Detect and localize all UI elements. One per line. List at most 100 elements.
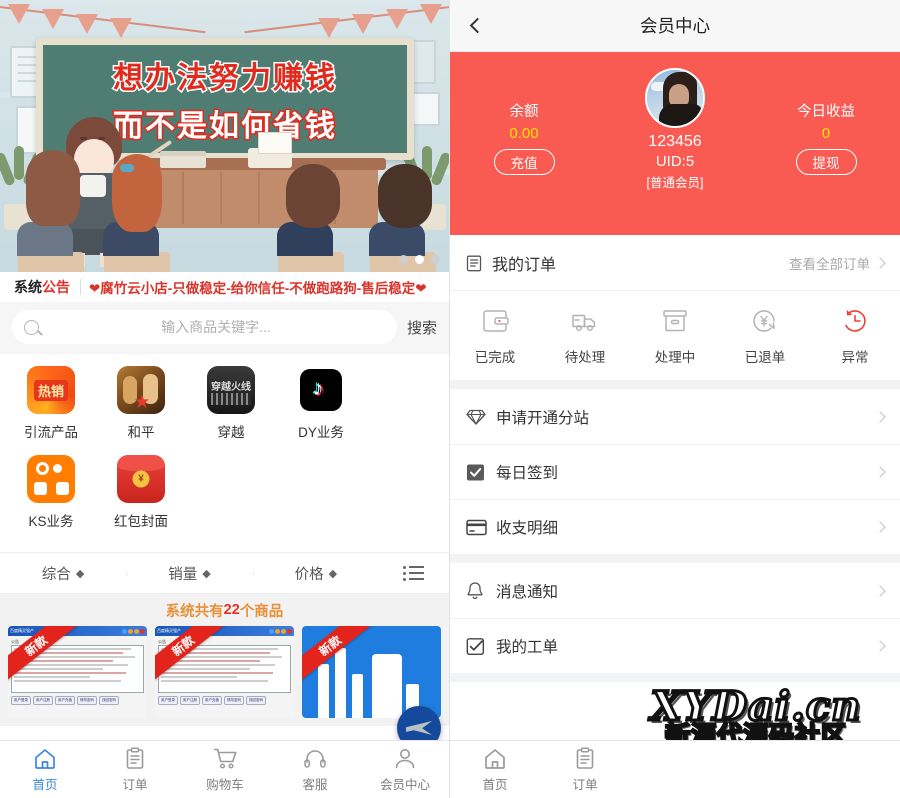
- menu-item-my-tickets[interactable]: 我的工单: [450, 618, 900, 673]
- order-status-refunded[interactable]: 已退单: [720, 307, 810, 366]
- search-button[interactable]: 搜索: [407, 317, 437, 338]
- income-label: 今日收益: [797, 104, 855, 120]
- chevron-right-icon: [874, 256, 886, 269]
- clock-alert-icon: [845, 310, 866, 332]
- tab-label: 首页: [32, 777, 58, 792]
- category-grid: 热销 引流产品 和平 穿越火线 穿越 ♪ ♪ ♪ DY业务 KS业务 ¥ 红包封…: [0, 354, 449, 552]
- sort-comprehensive[interactable]: 综合 ◆: [0, 563, 126, 584]
- category-label: 和平: [127, 425, 155, 440]
- search-icon: [24, 319, 39, 335]
- section-gap: [450, 554, 900, 563]
- tab-spacer: [810, 741, 900, 798]
- bottom-tabbar: 首页 订单 购物车 客服 会员中心: [0, 740, 449, 798]
- tab-member-center[interactable]: 会员中心: [360, 741, 449, 798]
- crossfire-game-icon: 穿越火线: [207, 366, 255, 414]
- balance-label: 余额: [509, 104, 539, 120]
- order-status-processing[interactable]: 处理中: [630, 307, 720, 366]
- red-packet-symbol: ¥: [132, 470, 150, 488]
- product-card[interactable]: 百度精灵强产 公告 用户登录 用户注册 用户充值 修改密码 找回密码 新款: [155, 626, 294, 718]
- category-item-hot[interactable]: 热销 引流产品: [6, 366, 96, 441]
- checkbox-checked-icon: [466, 463, 492, 482]
- category-item-douyin[interactable]: ♪ ♪ ♪ DY业务: [276, 366, 366, 441]
- user-icon: [395, 748, 415, 768]
- sort-price[interactable]: 价格 ◆: [252, 563, 379, 584]
- announcement-text: ❤腐竹云小店-只做稳定-给你信任-不做跑路狗-售后稳定❤: [89, 281, 427, 296]
- menu-item-transactions[interactable]: 收支明细: [450, 499, 900, 554]
- announcement-label-red: 公告: [42, 279, 70, 295]
- order-status-completed[interactable]: 已完成: [450, 307, 540, 366]
- card-icon: [466, 519, 492, 536]
- search-placeholder: 输入商品关键字...: [161, 319, 271, 335]
- product-card[interactable]: 百度精灵强产 公告 用户登录 用户注册 用户充值 修改密码 找回密码 新款: [8, 626, 147, 718]
- tab-orders[interactable]: 订单: [90, 741, 180, 798]
- chevron-right-icon: [874, 640, 886, 652]
- tab-label: 购物车: [206, 777, 244, 792]
- list-view-icon[interactable]: [379, 565, 449, 581]
- refund-yen-icon: [753, 310, 775, 332]
- app-screen: 想办法努力赚钱 而不是如何省钱 系统公告 ❤腐竹云小店-只做稳定-给你信任-不做…: [0, 0, 900, 798]
- view-all-label: 查看全部订单: [789, 256, 870, 272]
- menu-item-daily-checkin[interactable]: 每日签到: [450, 444, 900, 499]
- ticket-check-icon: [466, 637, 492, 656]
- banner-headline-2: 而不是如何省钱: [112, 109, 337, 145]
- page-title: 会员中心: [640, 16, 710, 36]
- count-prefix: 系统共有: [165, 603, 224, 620]
- balance-value: 0.00: [509, 125, 539, 142]
- tab-spacer: [630, 741, 720, 798]
- category-item-kuaishou[interactable]: KS业务: [6, 455, 96, 530]
- system-announcement-bar[interactable]: 系统公告 ❤腐竹云小店-只做稳定-给你信任-不做跑路狗-售后稳定❤: [0, 272, 449, 302]
- profile-header: 余额 0.00 充值 123456 UID:5 [普通会员] 今日收益 0 提现: [450, 52, 900, 235]
- tab-home[interactable]: 首页: [0, 741, 90, 798]
- search-bar: 输入商品关键字... 搜索: [0, 302, 449, 354]
- promo-banner[interactable]: 想办法努力赚钱 而不是如何省钱: [0, 0, 449, 272]
- order-status-label: 已完成: [474, 350, 516, 365]
- order-status-label: 处理中: [654, 350, 696, 365]
- order-icon: [126, 747, 144, 769]
- orders-title: 我的订单: [492, 256, 557, 274]
- withdraw-button[interactable]: 提现: [795, 149, 857, 175]
- sort-label: 销量: [168, 566, 198, 583]
- category-label: KS业务: [28, 514, 74, 529]
- view-all-orders[interactable]: 查看全部订单: [789, 253, 886, 273]
- home-icon: [485, 748, 505, 769]
- balance-block: 余额 0.00 充值: [474, 100, 574, 175]
- tab-cart[interactable]: 购物车: [180, 741, 270, 798]
- divider: [80, 279, 81, 295]
- category-item-crossfire[interactable]: 穿越火线 穿越: [186, 366, 276, 441]
- headset-icon: [304, 749, 326, 768]
- avatar[interactable]: [645, 68, 705, 128]
- chevron-right-icon: [874, 584, 886, 597]
- product-card[interactable]: 新款: [302, 626, 441, 718]
- search-input-box[interactable]: 输入商品关键字...: [12, 310, 397, 344]
- tab-home[interactable]: 首页: [450, 741, 540, 798]
- category-item-redpacket[interactable]: ¥ 红包封面: [96, 455, 186, 530]
- menu-item-notifications[interactable]: 消息通知: [450, 563, 900, 618]
- category-item-peace[interactable]: 和平: [96, 366, 186, 441]
- teacher-desk: [140, 158, 386, 228]
- recharge-button[interactable]: 充值: [493, 149, 555, 175]
- menu-item-label: 我的工单: [496, 639, 559, 656]
- sort-sales[interactable]: 销量 ◆: [126, 563, 252, 584]
- banner-dots[interactable]: [399, 255, 440, 264]
- product-tab: 修改密码: [77, 696, 97, 705]
- order-icon: [576, 747, 594, 769]
- order-status-label: 异常: [841, 350, 869, 365]
- tab-support[interactable]: 客服: [270, 741, 360, 798]
- announcement-label: 系统公告: [4, 277, 80, 297]
- product-count: 系统共有 22 个商品: [0, 594, 449, 626]
- tab-orders[interactable]: 订单: [540, 741, 630, 798]
- order-status-pending[interactable]: 待处理: [540, 307, 630, 366]
- income-block: 今日收益 0 提现: [776, 100, 876, 175]
- back-chevron-icon[interactable]: [464, 13, 490, 39]
- douyin-icon: ♪ ♪ ♪: [297, 366, 345, 414]
- income-value: 0: [821, 125, 831, 142]
- username: 123456: [648, 133, 702, 150]
- sort-arrow-icon: ◆: [328, 567, 338, 580]
- order-status-abnormal[interactable]: 异常: [810, 307, 900, 366]
- member-level: [普通会员]: [646, 176, 704, 190]
- menu-item-apply-substation[interactable]: 申请开通分站: [450, 389, 900, 444]
- watermark-line-1: XYDai.cn: [649, 683, 862, 731]
- box-icon: [663, 310, 687, 332]
- tab-label: 客服: [302, 777, 328, 792]
- product-window-title: 百度精灵强产: [157, 628, 181, 633]
